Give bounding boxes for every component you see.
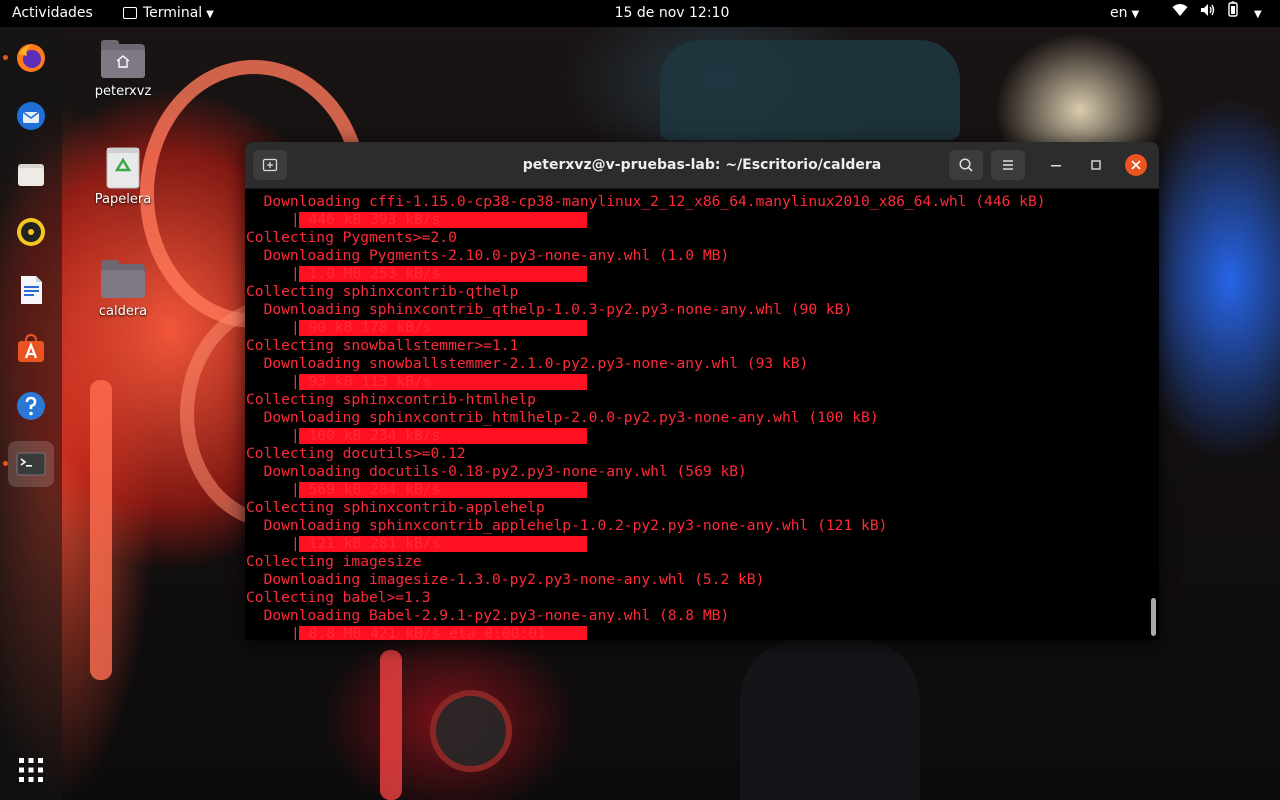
show-applications-button[interactable] bbox=[8, 747, 54, 793]
home-folder-icon bbox=[99, 38, 147, 80]
terminal-line: Collecting Pygments>=2.0 bbox=[246, 229, 457, 246]
volume-icon bbox=[1200, 0, 1216, 27]
desktop-icon-label: caldera bbox=[98, 304, 148, 319]
search-button[interactable] bbox=[949, 150, 983, 180]
dock-item-help[interactable] bbox=[8, 383, 54, 429]
terminal-line: Downloading snowballstemmer-2.1.0-py2.py… bbox=[246, 355, 809, 372]
desktop-icon-label: peterxvz bbox=[94, 84, 152, 99]
search-icon bbox=[959, 158, 973, 172]
folder-icon bbox=[99, 258, 147, 300]
terminal-line: | 446 kB 393 kB/s bbox=[291, 211, 441, 228]
terminal-line: Downloading sphinxcontrib_htmlhelp-2.0.0… bbox=[246, 409, 879, 426]
terminal-line: Downloading sphinxcontrib_applehelp-1.0.… bbox=[246, 517, 888, 534]
neon-shape bbox=[380, 650, 402, 800]
helmet-shape bbox=[660, 40, 960, 140]
terminal-line: Downloading Pygments-2.10.0-py3-none-any… bbox=[246, 247, 730, 264]
desktop-icon-trash[interactable]: Papelera bbox=[68, 146, 178, 207]
clock-label[interactable]: 15 de nov 12:10 bbox=[615, 5, 730, 21]
dock-item-rhythmbox[interactable] bbox=[8, 209, 54, 255]
activities-button[interactable]: Actividades bbox=[12, 0, 93, 27]
menu-button[interactable] bbox=[991, 150, 1025, 180]
desktop-icon-folder[interactable]: caldera bbox=[68, 258, 178, 319]
maximize-icon bbox=[1091, 160, 1101, 170]
language-selector[interactable]: en ▼ bbox=[1110, 0, 1139, 27]
dock-item-terminal[interactable] bbox=[3, 441, 54, 487]
system-tray[interactable]: ▼ bbox=[1172, 0, 1262, 27]
terminal-scrollbar[interactable] bbox=[1151, 598, 1156, 636]
hamburger-menu-icon bbox=[1003, 160, 1013, 170]
terminal-output[interactable]: Downloading cffi-1.15.0-cp38-cp38-manyli… bbox=[245, 189, 1151, 640]
running-indicator bbox=[3, 55, 8, 60]
terminal-line: Downloading imagesize-1.3.0-py2.py3-none… bbox=[246, 571, 765, 588]
minimize-icon bbox=[1051, 165, 1061, 167]
window-titlebar[interactable]: peterxvz@v-pruebas-lab: ~/Escritorio/cal… bbox=[245, 142, 1159, 189]
chevron-down-icon: ▼ bbox=[1254, 9, 1262, 20]
close-icon bbox=[1131, 160, 1141, 170]
minimize-button[interactable] bbox=[1045, 154, 1067, 176]
terminal-line: Collecting sphinxcontrib-htmlhelp bbox=[246, 391, 536, 408]
app-menu-label: Terminal bbox=[143, 5, 203, 21]
desktop-icon-home[interactable]: peterxvz bbox=[68, 38, 178, 99]
terminal-line: Downloading Babel-2.9.1-py2.py3-none-any… bbox=[246, 607, 730, 624]
trash-icon bbox=[99, 146, 147, 189]
terminal-window[interactable]: peterxvz@v-pruebas-lab: ~/Escritorio/cal… bbox=[245, 142, 1159, 640]
desktop-icon-label: Papelera bbox=[94, 192, 152, 207]
terminal-line: Collecting imagesize bbox=[246, 553, 422, 570]
dock-item-files[interactable] bbox=[8, 151, 54, 197]
new-tab-icon bbox=[262, 158, 278, 172]
terminal-line: Collecting docutils>=0.12 bbox=[246, 445, 466, 462]
rhythmbox-icon bbox=[17, 218, 45, 246]
jacket-shape bbox=[740, 640, 920, 800]
terminal-app-icon bbox=[123, 7, 137, 19]
running-indicator bbox=[3, 461, 8, 466]
dock-item-software[interactable] bbox=[8, 325, 54, 371]
help-icon bbox=[17, 392, 45, 420]
chevron-down-icon: ▼ bbox=[206, 9, 214, 20]
wifi-icon bbox=[1172, 0, 1188, 27]
dock-item-firefox[interactable] bbox=[3, 35, 54, 81]
software-center-icon bbox=[18, 333, 44, 362]
dock-item-thunderbird[interactable] bbox=[8, 93, 54, 139]
close-button[interactable] bbox=[1125, 154, 1147, 176]
language-label: en bbox=[1110, 5, 1128, 21]
files-icon bbox=[18, 164, 44, 186]
dock bbox=[0, 27, 62, 800]
terminal-line: Collecting babel>=1.3 bbox=[246, 589, 431, 606]
app-menu[interactable]: Terminal ▼ bbox=[123, 0, 214, 27]
terminal-line: Collecting snowballstemmer>=1.1 bbox=[246, 337, 519, 354]
show-applications-icon bbox=[19, 758, 43, 782]
terminal-line: Collecting sphinxcontrib-qthelp bbox=[246, 283, 519, 300]
terminal-line: | 8.8 MB 421 kB/s eta 0:00:01 bbox=[291, 625, 546, 640]
dock-item-writer[interactable] bbox=[8, 267, 54, 313]
terminal-line: Downloading cffi-1.15.0-cp38-cp38-manyli… bbox=[246, 193, 1046, 210]
maximize-button[interactable] bbox=[1085, 154, 1107, 176]
terminal-line: | 121 kB 281 kB/s bbox=[291, 535, 441, 552]
battery-icon bbox=[1228, 0, 1238, 27]
firefox-icon bbox=[17, 44, 45, 72]
chevron-down-icon: ▼ bbox=[1131, 9, 1140, 20]
terminal-line: | 93 kB 113 kB/s bbox=[291, 373, 432, 390]
terminal-line: | 90 kB 178 kB/s bbox=[291, 319, 432, 336]
terminal-line: | 100 kB 234 kB/s bbox=[291, 427, 441, 444]
new-tab-button[interactable] bbox=[253, 150, 287, 180]
terminal-line: Collecting sphinxcontrib-applehelp bbox=[246, 499, 545, 516]
top-bar: Actividades Terminal ▼ 15 de nov 12:10 en… bbox=[0, 0, 1280, 27]
writer-icon bbox=[21, 276, 42, 304]
terminal-line: | 1.0 MB 253 kB/s bbox=[291, 265, 441, 282]
neon-shape bbox=[430, 690, 512, 772]
terminal-line: | 569 kB 284 kB/s bbox=[291, 481, 441, 498]
terminal-line: Downloading sphinxcontrib_qthelp-1.0.3-p… bbox=[246, 301, 853, 318]
neon-shape bbox=[90, 380, 112, 680]
terminal-line: Downloading docutils-0.18-py2.py3-none-a… bbox=[246, 463, 747, 480]
thunderbird-icon bbox=[17, 102, 45, 130]
terminal-icon bbox=[16, 452, 46, 476]
